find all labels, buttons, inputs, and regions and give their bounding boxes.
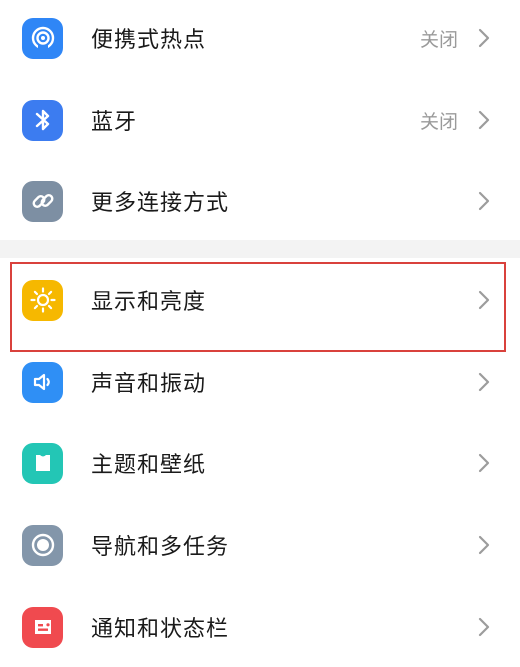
section-divider [0,240,520,258]
chevron-right-icon [478,28,490,48]
link-icon [22,180,63,222]
hotspot-icon [22,17,63,59]
settings-item-label: 更多连接方式 [91,191,230,216]
settings-item-hotspot[interactable]: 便携式热点 关闭 [0,0,520,78]
settings-item-theme-wallpaper[interactable]: 主题和壁纸 [0,423,520,503]
settings-item-label: 蓝牙 [91,110,138,135]
chevron-right-icon [478,617,490,637]
settings-item-label: 导航和多任务 [91,535,230,560]
status-text: 关闭 [419,110,458,133]
theme-icon [22,442,63,484]
status-text: 关闭 [419,28,458,51]
chevron-right-icon [478,191,490,211]
settings-item-bluetooth[interactable]: 蓝牙 关闭 [0,80,520,160]
highlight-box [10,262,506,352]
settings-item-label: 通知和状态栏 [91,617,230,642]
settings-item-more-connections[interactable]: 更多连接方式 [0,161,520,241]
chevron-right-icon [478,453,490,473]
chevron-right-icon [478,110,490,130]
settings-item-label: 主题和壁纸 [91,453,207,478]
bluetooth-icon [22,99,63,141]
volume-icon [22,361,63,403]
settings-item-label: 声音和振动 [91,372,207,397]
settings-item-navigation-multitask[interactable]: 导航和多任务 [0,505,520,585]
settings-item-notification-statusbar[interactable]: 通知和状态栏 [0,587,520,667]
settings-item-sound-vibration[interactable]: 声音和振动 [0,342,520,422]
notification-icon [22,606,63,648]
chevron-right-icon [478,535,490,555]
navigation-icon [22,524,63,566]
chevron-right-icon [478,372,490,392]
settings-item-label: 便携式热点 [91,28,207,53]
